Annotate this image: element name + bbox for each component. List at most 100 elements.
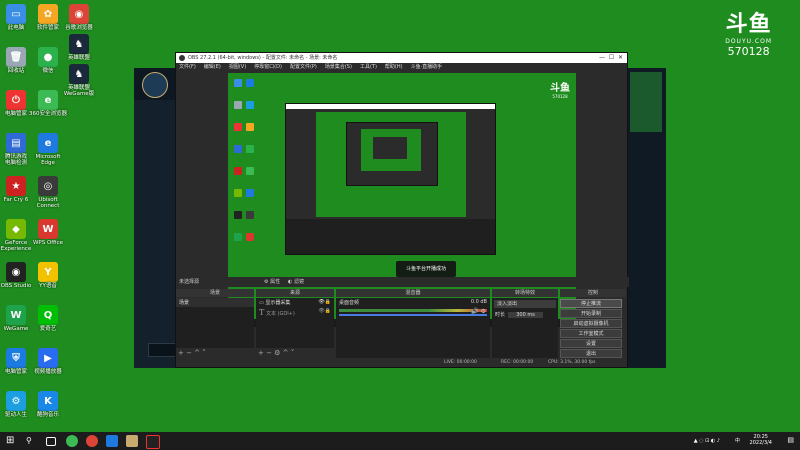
filters-button[interactable]: ◐ 滤镜	[288, 277, 304, 287]
source-item-text[interactable]: T 文本 (GDI+) 👁🔒	[256, 307, 334, 318]
transitions-dock-title: 转场特效	[492, 289, 558, 297]
control-button[interactable]: 工作室模式	[560, 329, 622, 338]
desktop-icon-label: 谷歌浏览器	[65, 25, 93, 31]
scenes-list[interactable]: 场景	[176, 298, 254, 348]
desktop-icon[interactable]: ◎ Ubisoft Connect	[28, 176, 68, 209]
transitions-panel: 淡入淡出 时长 300 ms	[492, 298, 558, 358]
control-button[interactable]: 启动虚拟摄像机	[560, 319, 622, 328]
duration-input[interactable]: 300 ms	[508, 312, 543, 318]
system-tray-icons[interactable]: ▲ ◌ ⊡ ◐ ♪	[694, 438, 720, 444]
taskbar-edge-icon[interactable]	[106, 435, 118, 447]
rec-timer: REC: 00:00:00	[501, 360, 534, 365]
desktop-icon-label: Microsoft Edge	[35, 154, 61, 166]
menu-item[interactable]: 文件(F)	[179, 64, 196, 70]
controls-dock-title: 控制	[560, 289, 626, 297]
desktop-icon[interactable]: e Microsoft Edge	[28, 133, 68, 166]
control-button[interactable]: 退出	[560, 349, 622, 358]
desktop-app-icon: ▤	[6, 133, 26, 153]
desktop-app-icon: ⏻	[6, 90, 26, 110]
desktop-app-icon: ✿	[38, 4, 58, 24]
taskbar-chrome-icon[interactable]	[86, 435, 98, 447]
obs-title: OBS 27.2.1 (64-bit, windows) - 配置文件: 未命名…	[188, 55, 338, 61]
mixer-dock-title: 混音器	[336, 289, 490, 297]
obs-menubar: 文件(F) 编辑(E) 视图(V) 停靠窗口(D) 配置文件(P) 场景集合(S) 工具(T…	[176, 63, 627, 72]
window-controls[interactable]: — ☐ ✕	[599, 53, 623, 63]
nested-obs-window	[285, 103, 496, 255]
menu-item[interactable]: 编辑(E)	[204, 64, 221, 70]
desktop-icon[interactable]: ♞ 英雄联盟 WeGame版	[59, 64, 99, 97]
obs-logo-icon	[179, 54, 185, 61]
taskbar-lol-icon[interactable]	[126, 435, 138, 447]
properties-button[interactable]: ⚙ 属性	[264, 277, 280, 287]
douyu-watermark: 斗鱼 DOUYU.COM 570128	[725, 6, 772, 58]
control-button[interactable]: 开始录制	[560, 309, 622, 318]
preview-desktop-icon	[234, 145, 242, 153]
desktop-icon-label: 酷狗音乐	[36, 412, 59, 418]
taskbar-360-icon[interactable]	[66, 435, 78, 447]
source-label-text: 文本 (GDI+)	[265, 311, 295, 317]
douyu-logo: 斗鱼	[725, 12, 772, 37]
volume-slider[interactable]	[339, 314, 487, 316]
desktop-app-icon: ▭	[6, 4, 26, 24]
lang-indicator[interactable]: 中	[735, 438, 740, 444]
preview-desktop-icon	[234, 233, 242, 241]
menu-item[interactable]: 帮助(H)	[385, 64, 403, 70]
mixer-meter	[339, 309, 487, 312]
desktop-app-icon: 🗑	[6, 47, 26, 67]
game-friend-card[interactable]	[630, 72, 662, 132]
desktop-icon[interactable]: W WPS Office	[28, 219, 68, 246]
desktop-icon[interactable]: ♞ 英雄联盟	[59, 34, 99, 61]
preview-desktop-icon	[234, 79, 242, 87]
desktop-icon[interactable]: K 酷狗音乐	[28, 391, 68, 418]
mixer-track-label: 桌面音频 0.0 dB	[336, 298, 490, 307]
sources-dock-title: 来源	[256, 289, 334, 297]
menu-item[interactable]: 斗鱼·直播助手	[411, 64, 443, 70]
task-view-icon[interactable]	[46, 437, 56, 446]
menu-item[interactable]: 配置文件(P)	[290, 64, 317, 70]
preview-desktop-icon	[246, 189, 254, 197]
desktop-icon-label: 360安全浏览器	[29, 111, 67, 117]
stream-started-toast: 斗鱼平台开播成功	[396, 261, 456, 277]
mixer-controls[interactable]: 🔊 ⚙	[471, 308, 486, 315]
taskbar-obs-icon[interactable]	[146, 435, 160, 449]
room-id: 570128	[727, 45, 770, 58]
source-label-display: 显示器采集	[265, 300, 291, 306]
nested-preview-3	[361, 129, 421, 171]
desktop-icon[interactable]: ◉ 谷歌浏览器	[59, 4, 99, 31]
sources-list[interactable]: ▭ 显示器采集 👁🔒 T 文本 (GDI+) 👁🔒	[256, 298, 334, 348]
nested-preview	[316, 112, 466, 217]
properties-label: 属性	[270, 279, 281, 285]
notification-icon[interactable]: ▤	[787, 437, 794, 444]
desktop-app-icon: ●	[38, 47, 58, 67]
obs-window[interactable]: OBS 27.2.1 (64-bit, windows) - 配置文件: 未命名…	[175, 52, 629, 368]
menu-item[interactable]: 工具(T)	[360, 64, 377, 70]
desktop-app-icon: W	[6, 305, 26, 325]
no-source-label: 未选择源	[179, 279, 200, 285]
desktop-icon[interactable]: ▶ 视频播放器	[28, 348, 68, 375]
mixer-db: 0.0 dB	[470, 299, 487, 305]
desktop-icon[interactable]: Q 爱奇艺	[28, 305, 68, 332]
preview-desktop-icon	[246, 123, 254, 131]
menu-item[interactable]: 停靠窗口(D)	[254, 64, 282, 70]
control-button[interactable]: 停止推流	[560, 299, 622, 308]
scene-item[interactable]: 场景	[176, 298, 254, 307]
preview-desktop-icon	[246, 211, 254, 219]
start-button[interactable]: ⊞	[6, 435, 18, 447]
desktop-app-icon: ★	[6, 176, 26, 196]
filters-label: 滤镜	[293, 279, 304, 285]
search-icon[interactable]: ⚲	[26, 435, 38, 447]
desktop-app-icon: ♞	[69, 34, 89, 54]
sources-toolbar[interactable]: + − ⚙ ^ ˅	[258, 349, 294, 357]
menu-item[interactable]: 场景集合(S)	[325, 64, 352, 70]
audio-mixer: 桌面音频 0.0 dB 🔊 ⚙	[336, 298, 490, 358]
game-bottom-panel	[148, 343, 178, 357]
clock[interactable]: 20:25 2022/3/4	[750, 434, 772, 446]
desktop-icon-label: Ubisoft Connect	[36, 197, 60, 209]
menu-item[interactable]: 视图(V)	[229, 64, 246, 70]
desktop-icon[interactable]: Y YY语音	[28, 262, 68, 289]
transition-select[interactable]: 淡入淡出	[494, 300, 556, 308]
source-item-display[interactable]: ▭ 显示器采集 👁🔒	[256, 298, 334, 307]
control-button[interactable]: 设置	[560, 339, 622, 348]
scenes-toolbar[interactable]: + − ^ ˅	[178, 349, 206, 357]
game-right-panel	[626, 68, 666, 368]
